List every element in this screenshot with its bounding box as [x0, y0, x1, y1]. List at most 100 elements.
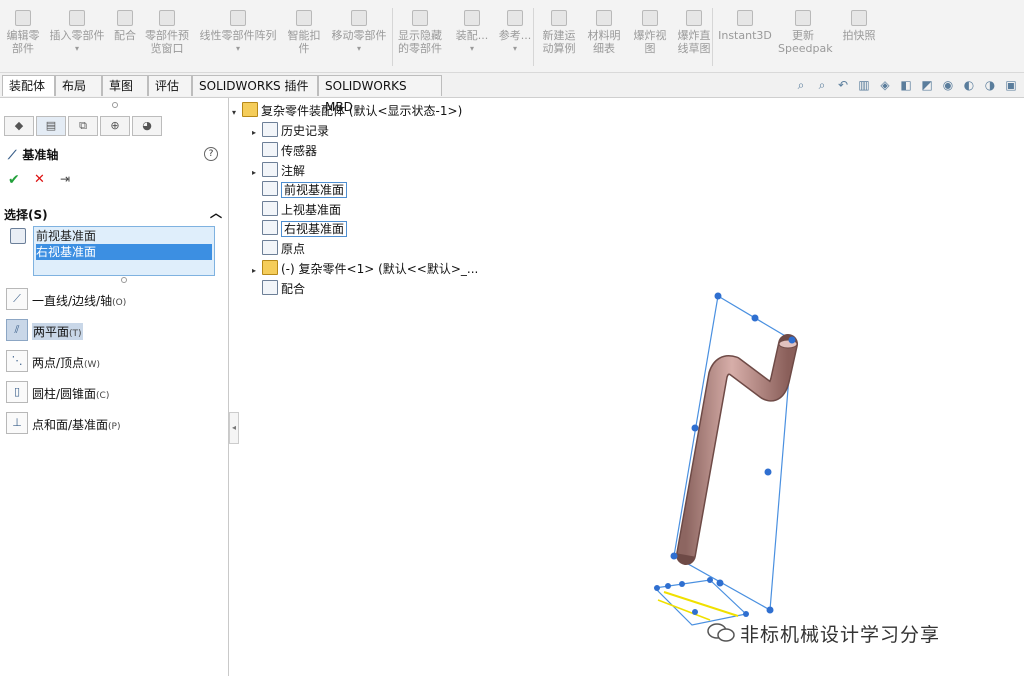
listbox-resize-handle[interactable]	[121, 277, 127, 283]
tree-node[interactable]: 上视基准面	[252, 201, 341, 219]
tree-node[interactable]: 右视基准面	[252, 220, 348, 238]
manager-tabs: ◆ ▤ ⧉ ⊕ ◕	[4, 116, 162, 136]
ribbon-command-icon	[795, 10, 811, 26]
ribbon-button-3[interactable]: 零部件预 览窗口	[142, 6, 192, 68]
tree-expand-icon[interactable]: ▸	[252, 262, 262, 280]
zoom-fit-icon[interactable]: ⌕	[794, 78, 808, 92]
option-cylinder-cone[interactable]: ▯ 圆柱/圆锥面(C)	[6, 381, 226, 403]
wechat-logo-icon	[707, 623, 735, 642]
tree-node[interactable]: 原点	[252, 240, 305, 258]
option-point-and-face[interactable]: ⊥ 点和面/基准面(P)	[6, 412, 226, 434]
display-style-icon[interactable]: ◩	[920, 78, 934, 92]
ok-button[interactable]: ✔	[8, 172, 20, 188]
tab-4[interactable]: SOLIDWORKS 插件	[192, 75, 318, 96]
ribbon-button-10[interactable]: 新建运 动算例	[538, 6, 580, 68]
plane-handle-dots[interactable]	[654, 292, 796, 618]
tree-node-label: 历史记录	[281, 124, 330, 138]
ribbon-button-15[interactable]: 更新 Speedpak	[778, 6, 833, 68]
panel-collapse-handle[interactable]: ◂	[229, 412, 239, 444]
hide-show-icon[interactable]: ◉	[941, 78, 955, 92]
configuration-manager-tab[interactable]: ⧉	[68, 116, 98, 136]
ribbon-command-icon	[159, 10, 175, 26]
dropdown-arrow-icon[interactable]: ▾	[452, 42, 492, 55]
ribbon-button-1[interactable]: 插入零部件 ▾	[46, 6, 108, 68]
tree-node[interactable]: ▸ (-) 复杂零件<1> (默认<<默认>_...	[252, 260, 478, 278]
graphics-viewport[interactable]	[600, 280, 860, 650]
keep-visible-pin-icon[interactable]: ⇥	[60, 172, 70, 186]
appearance-icon[interactable]: ◐	[962, 78, 976, 92]
tree-node[interactable]: ▸ 注解	[252, 162, 305, 180]
display-manager-tab[interactable]: ◕	[132, 116, 162, 136]
dynamic-annotation-icon[interactable]: ◈	[878, 78, 892, 92]
ribbon-command-icon	[351, 10, 367, 26]
ribbon-button-label: 件	[298, 42, 310, 55]
tab-0[interactable]: 装配体	[2, 75, 55, 96]
tree-node-icon	[262, 142, 278, 157]
ribbon-button-12[interactable]: 爆炸视图	[630, 6, 670, 68]
property-manager-tab[interactable]: ▤	[36, 116, 66, 136]
tree-expand-icon[interactable]: ▸	[252, 124, 262, 142]
ribbon-button-14[interactable]: Instant3D	[718, 6, 772, 68]
selection-item[interactable]: 前视基准面	[36, 228, 212, 244]
ribbon-button-4[interactable]: 线性零部件阵列 ▾	[196, 6, 280, 68]
dropdown-arrow-icon[interactable]: ▾	[328, 42, 390, 55]
ribbon-button-8[interactable]: 装配... ▾	[452, 6, 492, 68]
ribbon-button-2[interactable]: 配合	[110, 6, 140, 68]
ribbon-command-icon	[642, 10, 658, 26]
ribbon-button-6[interactable]: 移动零部件 ▾	[328, 6, 390, 68]
dropdown-arrow-icon[interactable]: ▾	[496, 42, 534, 55]
tab-3[interactable]: 评估	[148, 75, 192, 96]
ribbon-button-label: 更新	[792, 29, 814, 42]
option-line-edge-axis[interactable]: ⟋ 一直线/边线/轴(O)	[6, 288, 226, 310]
tree-node-icon	[262, 181, 278, 196]
ribbon-button-5[interactable]: 智能扣件	[284, 6, 324, 68]
ribbon-button-9[interactable]: 参考... ▾	[496, 6, 534, 68]
tab-5[interactable]: SOLIDWORKS MBD	[318, 75, 442, 114]
ribbon-button-0[interactable]: 编辑零 部件	[4, 6, 42, 68]
ribbon-button-label: 部件	[12, 42, 34, 55]
feature-manager-tab[interactable]: ◆	[4, 116, 34, 136]
section-view-icon[interactable]: ▥	[857, 78, 871, 92]
tree-node[interactable]: 配合	[252, 280, 305, 298]
ribbon-button-7[interactable]: 显示隐藏 的零部件	[394, 6, 446, 68]
option-two-planes[interactable]: ⫽ 两平面(T)	[6, 319, 226, 341]
tab-2[interactable]: 草图	[102, 75, 148, 96]
ribbon-command-icon	[117, 10, 133, 26]
display-settings-icon[interactable]: ▣	[1004, 78, 1018, 92]
scene-icon[interactable]: ◑	[983, 78, 997, 92]
tree-node-icon	[262, 220, 278, 235]
line-edge-axis-icon: ⟋	[6, 288, 28, 310]
tree-node-label: 配合	[281, 282, 306, 296]
tree-root[interactable]: ▾ 复杂零件装配体 (默认<显示状态-1>)	[232, 102, 462, 120]
tree-expand-icon[interactable]: ▸	[252, 164, 262, 182]
selection-listbox[interactable]: 前视基准面 右视基准面	[33, 226, 215, 276]
ribbon-button-13[interactable]: 爆炸直 线草图	[672, 6, 716, 68]
ribbon-button-label: 览窗口	[150, 42, 184, 55]
ribbon-button-11[interactable]: 材料明 细表	[584, 6, 624, 68]
command-manager-tabs: ⌕ ⌕ ↶ ▥ ◈ ◧ ◩ ◉ ◐ ◑ ▣ 装配体 布局 草图 评估 SOLIDWORK…	[0, 73, 1024, 114]
cylinder-icon: ▯	[6, 381, 28, 403]
panel-grip[interactable]	[112, 102, 118, 108]
selection-item-selected[interactable]: 右视基准面	[36, 244, 212, 260]
dropdown-arrow-icon[interactable]: ▾	[196, 42, 280, 55]
ribbon-command-icon	[296, 10, 312, 26]
tree-node[interactable]: 传感器	[252, 142, 317, 160]
selection-section-header[interactable]: 选择(S) ︿	[4, 206, 224, 223]
axis-icon: ⟋	[8, 148, 17, 162]
tree-expand-icon[interactable]: ▾	[232, 104, 242, 122]
dimxpert-manager-tab[interactable]: ⊕	[100, 116, 130, 136]
dropdown-arrow-icon[interactable]: ▾	[46, 42, 108, 55]
view-orientation-icon[interactable]: ◧	[899, 78, 913, 92]
tree-node[interactable]: ▸ 历史记录	[252, 122, 329, 140]
ribbon-command-icon	[596, 10, 612, 26]
collapse-chevron-icon[interactable]: ︿	[210, 204, 222, 221]
zoom-area-icon[interactable]: ⌕	[815, 78, 829, 92]
ribbon-button-16[interactable]: 拍快照	[838, 6, 880, 68]
option-two-points[interactable]: ⋱ 两点/顶点(W)	[6, 350, 226, 372]
ribbon-command-icon	[551, 10, 567, 26]
tab-1[interactable]: 布局	[55, 75, 102, 96]
tree-node[interactable]: 前视基准面	[252, 181, 348, 199]
cancel-button[interactable]: ✕	[34, 172, 45, 187]
help-icon[interactable]: ?	[204, 147, 218, 161]
previous-view-icon[interactable]: ↶	[836, 78, 850, 92]
